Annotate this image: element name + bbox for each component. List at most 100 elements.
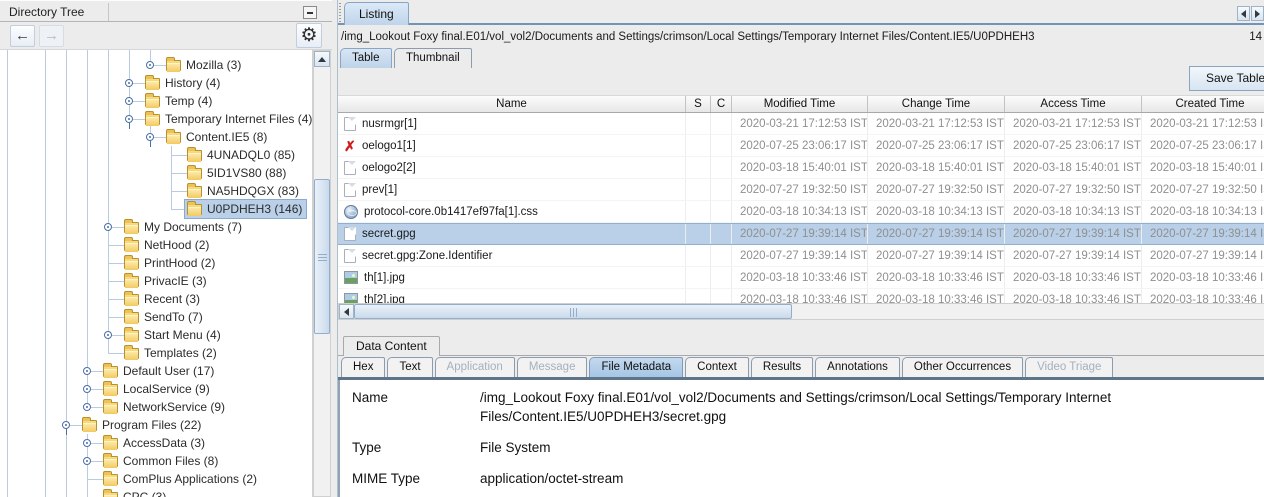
left-arrow-icon	[344, 308, 349, 316]
tab-other-occurrences[interactable]: Other Occurrences	[902, 357, 1023, 377]
column-header[interactable]: C	[711, 96, 732, 112]
tab-scroll-left-button[interactable]	[1237, 6, 1250, 21]
tree-node[interactable]: SendTo (7)	[122, 308, 207, 326]
tree-node[interactable]: Common Files (8)	[101, 452, 222, 470]
tree-node[interactable]: Mozilla (3)	[164, 56, 245, 74]
table-row[interactable]: secret.gpg:Zone.Identifier2020-07-27 19:…	[338, 245, 1264, 267]
collapse-handle-icon[interactable]	[125, 115, 133, 123]
tab-results[interactable]: Results	[751, 357, 813, 377]
tree-node[interactable]: Temporary Internet Files (4)	[143, 110, 313, 128]
expand-handle-icon[interactable]	[104, 223, 112, 231]
save-table-button[interactable]: Save Table as CSV	[1189, 66, 1264, 91]
table-row[interactable]: th[1].jpg 2020-03-18 10:33:46 IST2020-03-…	[338, 267, 1264, 289]
tree-guide-line	[7, 50, 8, 497]
tree-node[interactable]: U0PDHEH3 (146)	[185, 200, 306, 218]
tree-node[interactable]: Program Files (22)	[80, 416, 205, 434]
back-button[interactable]: ←	[10, 25, 35, 47]
file-name: th[1].jpg	[364, 272, 405, 284]
tree-node[interactable]: 4UNADQL0 (85)	[185, 146, 299, 164]
tree-node[interactable]: Start Menu (4)	[122, 326, 225, 344]
tab-thumbnail[interactable]: Thumbnail	[394, 48, 472, 68]
metadata-key: Name	[352, 388, 480, 426]
file-icon	[344, 161, 356, 175]
table-row[interactable]: prev[1]2020-07-27 19:32:50 IST2020-07-27…	[338, 179, 1264, 201]
tab-table[interactable]: Table	[340, 48, 392, 68]
tab-hex[interactable]: Hex	[341, 357, 385, 377]
column-header[interactable]: Access Time	[1005, 96, 1142, 112]
scroll-up-button[interactable]	[314, 51, 330, 67]
metadata-key: Type	[352, 438, 480, 457]
listing-panel: Listing /img_Lookout Foxy final.E01/vol_…	[337, 0, 1264, 497]
table-row[interactable]: secret.gpg2020-07-27 19:39:14 IST2020-07…	[338, 223, 1264, 245]
tab-text[interactable]: Text	[387, 357, 432, 377]
tab-scroll-right-button[interactable]	[1251, 6, 1264, 21]
expand-handle-icon[interactable]	[83, 439, 91, 447]
column-header[interactable]: Name	[338, 96, 686, 112]
tree-node[interactable]: NetworkService (9)	[101, 398, 229, 416]
tab-context[interactable]: Context	[685, 357, 749, 377]
tree-node[interactable]: 5ID1VS80 (88)	[185, 164, 290, 182]
tree-node[interactable]: History (4)	[143, 74, 224, 92]
table-row[interactable]: oelogo2[2]2020-03-18 15:40:01 IST2020-03…	[338, 157, 1264, 179]
scroll-thumb[interactable]	[314, 179, 330, 334]
tree-node[interactable]: My Documents (7)	[122, 218, 246, 236]
column-header[interactable]: Modified Time	[732, 96, 868, 112]
folder-icon	[82, 420, 97, 431]
file-name: secret.gpg	[362, 228, 416, 240]
metadata-value: application/octet-stream	[480, 469, 1240, 488]
tree-node[interactable]: LocalService (9)	[101, 380, 214, 398]
gear-icon[interactable]: ⚙	[296, 23, 322, 48]
path-bar: /img_Lookout Foxy final.E01/vol_vol2/Doc…	[338, 27, 1264, 48]
timestamp-cell: 2020-07-25 23:06:17 IST	[868, 135, 1005, 156]
expand-handle-icon[interactable]	[83, 385, 91, 393]
folder-icon	[103, 474, 118, 485]
image-icon	[344, 271, 358, 284]
tree-node[interactable]: NetHood (2)	[122, 236, 213, 254]
expand-handle-icon[interactable]	[125, 97, 133, 105]
expand-handle-icon[interactable]	[104, 331, 112, 339]
table-row[interactable]: ✗oelogo1[1]2020-07-25 23:06:17 IST2020-0…	[338, 135, 1264, 157]
table-row[interactable]: th[2].jpg2020-03-18 10:33:46 IST2020-03-…	[338, 289, 1264, 303]
scroll-left-button[interactable]	[339, 304, 354, 319]
timestamp-cell: 2020-07-27 19:32:50 IST	[1142, 179, 1264, 200]
tree-node[interactable]: PrintHood (2)	[122, 254, 219, 272]
tree-node[interactable]: AccessData (3)	[101, 434, 209, 452]
tree-node[interactable]: Templates (2)	[122, 344, 221, 362]
directory-tree-header: Directory Tree	[0, 0, 332, 22]
tree-node[interactable]: Default User (17)	[101, 362, 218, 380]
collapse-handle-icon[interactable]	[62, 421, 70, 429]
tree-node[interactable]: CPC (3)	[101, 488, 170, 497]
tree-node-label: NetworkService (9)	[123, 400, 225, 414]
expand-handle-icon[interactable]	[83, 367, 91, 375]
expand-handle-icon[interactable]	[125, 79, 133, 87]
timestamp-cell: 2020-03-18 10:33:46 IST	[868, 267, 1005, 288]
expand-handle-icon[interactable]	[146, 61, 154, 69]
tree-node[interactable]: NA5HDQGX (83)	[185, 182, 303, 200]
table-horizontal-scrollbar[interactable]	[338, 303, 1264, 320]
tree-node[interactable]: Temp (4)	[143, 92, 216, 110]
tree-vertical-scrollbar[interactable]	[313, 50, 331, 497]
tree-node[interactable]: ComPlus Applications (2)	[101, 470, 261, 488]
tree-node-label: AccessData (3)	[123, 436, 205, 450]
table-row[interactable]: protocol-core.0b1417ef97fa[1].css2020-03…	[338, 201, 1264, 223]
tree-node[interactable]: Recent (3)	[122, 290, 204, 308]
forward-button[interactable]: →	[39, 25, 64, 47]
directory-tree-view: Mozilla (3)History (4)Temp (4)Temporary …	[0, 50, 313, 497]
column-header[interactable]: Change Time	[868, 96, 1005, 112]
tab-file-metadata[interactable]: File Metadata	[589, 357, 683, 377]
table-row[interactable]: nusrmgr[1]2020-03-21 17:12:53 IST2020-03…	[338, 113, 1264, 135]
column-header[interactable]: Created Time	[1142, 96, 1264, 112]
collapse-handle-icon[interactable]	[146, 133, 154, 141]
column-header[interactable]: S	[686, 96, 711, 112]
drag-grip-icon[interactable]	[339, 3, 341, 23]
expand-handle-icon[interactable]	[83, 457, 91, 465]
expand-handle-icon[interactable]	[83, 403, 91, 411]
timestamp-cell: 2020-03-18 10:34:13 IST	[1005, 201, 1142, 222]
minimize-icon[interactable]	[303, 6, 317, 19]
tab-listing[interactable]: Listing	[344, 2, 409, 25]
tree-node[interactable]: PrivacIE (3)	[122, 272, 211, 290]
tab-annotations[interactable]: Annotations	[815, 357, 900, 377]
timestamp-cell: 2020-03-18 10:33:46 IST	[732, 267, 868, 288]
tree-node[interactable]: Content.IE5 (8)	[164, 128, 271, 146]
scroll-thumb[interactable]	[354, 304, 792, 319]
